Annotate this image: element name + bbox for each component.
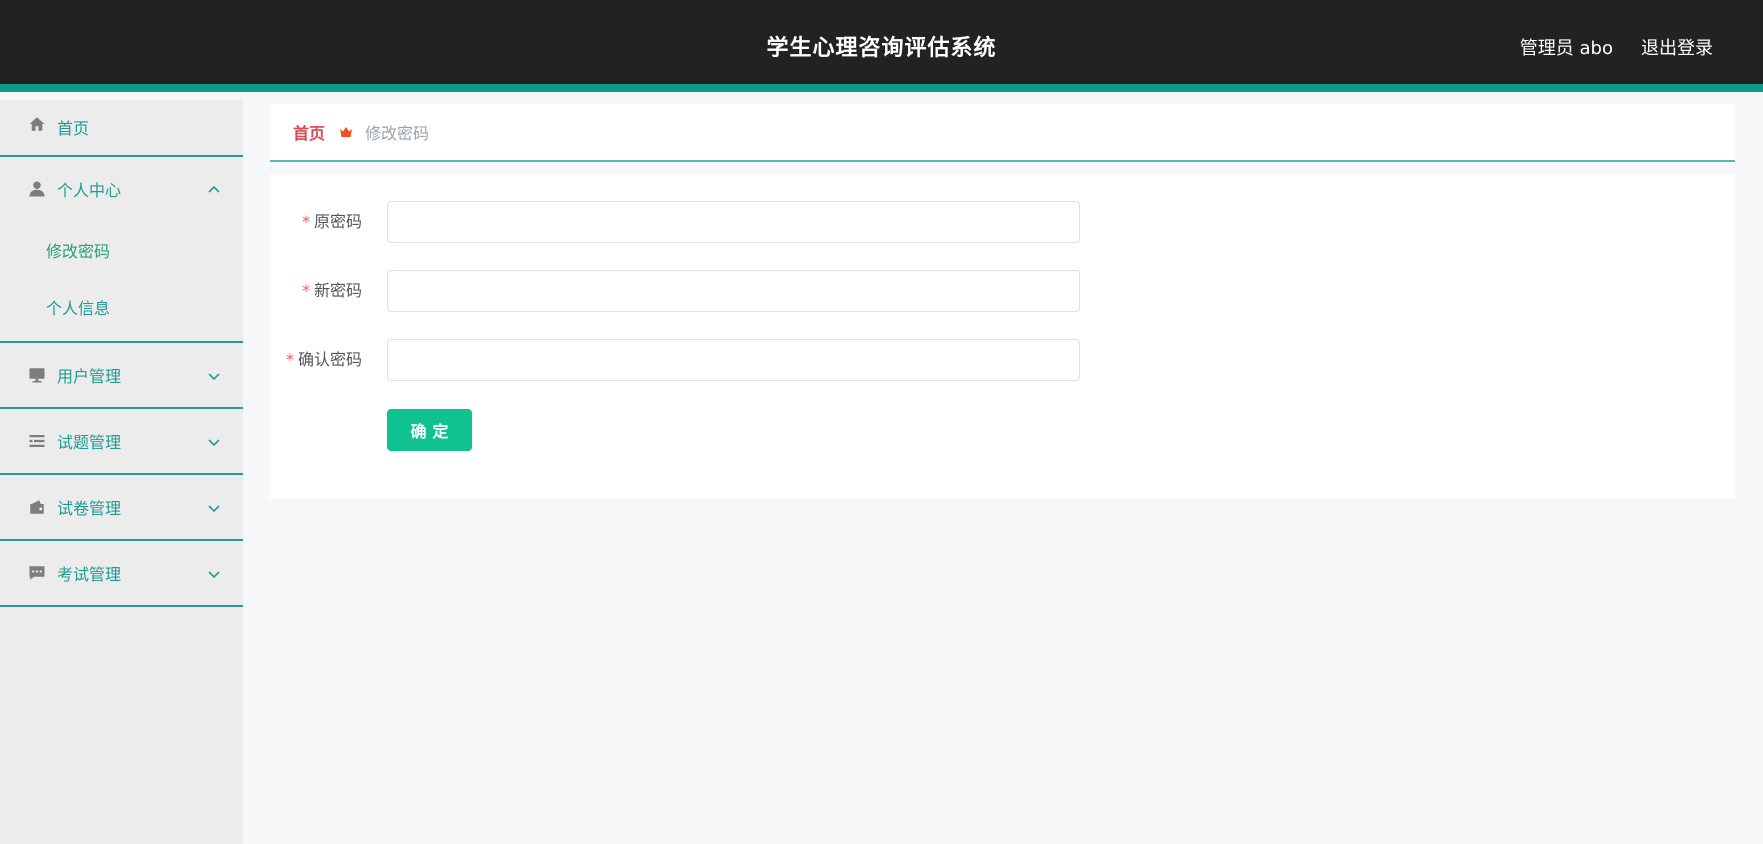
wallet-icon (28, 498, 46, 516)
chevron-up-icon (207, 182, 221, 196)
sidebar: 首页 个人中心 修改密码 个人信息 用户管理 试题管理 试卷管理 考试管理 (0, 100, 243, 844)
sidebar-item-user-management[interactable]: 用户管理 (0, 343, 243, 407)
main-content: 首页 修改密码 * 原密码 * 新密码 * 确认密码 确定 (270, 104, 1735, 499)
home-icon (28, 115, 46, 133)
required-mark: * (301, 212, 310, 231)
sidebar-item-question-management[interactable]: 试题管理 (0, 409, 243, 473)
chevron-down-icon (207, 500, 221, 514)
top-bar: 学生心理咨询评估系统 管理员 abo 退出登录 (0, 0, 1763, 92)
new-password-label: * 新密码 (301, 281, 362, 300)
sidebar-item-label: 考试管理 (57, 565, 122, 584)
monitor-icon (28, 366, 46, 384)
sidebar-item-home[interactable]: 首页 (0, 100, 243, 155)
sidebar-item-exam-management[interactable]: 考试管理 (0, 541, 243, 605)
app-title: 学生心理咨询评估系统 (766, 36, 997, 61)
form-row-new-password: * 新密码 (270, 270, 1735, 312)
sidebar-item-label: 试卷管理 (57, 499, 122, 518)
old-password-label: * 原密码 (301, 212, 362, 231)
sidebar-item-label: 试题管理 (57, 433, 122, 452)
menu-group-questions: 试题管理 (0, 409, 243, 475)
required-mark: * (301, 281, 310, 300)
chat-icon (28, 564, 46, 582)
current-user-label: 管理员 abo (1519, 38, 1613, 59)
breadcrumb: 首页 修改密码 (270, 104, 1735, 162)
list-icon (28, 432, 46, 450)
menu-group-papers: 试卷管理 (0, 475, 243, 541)
breadcrumb-home-link[interactable]: 首页 (293, 120, 325, 144)
sidebar-item-personal-center[interactable]: 个人中心 (0, 157, 243, 221)
required-mark: * (285, 350, 294, 369)
change-password-form: * 原密码 * 新密码 * 确认密码 确定 (270, 174, 1735, 499)
form-row-confirm-password: * 确认密码 (270, 339, 1735, 381)
confirm-password-label: * 确认密码 (285, 350, 362, 369)
user-icon (28, 180, 46, 198)
chevron-down-icon (207, 566, 221, 580)
menu-group-exams: 考试管理 (0, 541, 243, 607)
sidebar-item-label: 个人中心 (57, 181, 122, 200)
sidebar-item-label: 首页 (57, 119, 90, 138)
menu-group-personal: 个人中心 修改密码 个人信息 (0, 157, 243, 343)
sidebar-item-paper-management[interactable]: 试卷管理 (0, 475, 243, 539)
confirm-button[interactable]: 确定 (387, 409, 472, 451)
chevron-down-icon (207, 368, 221, 382)
breadcrumb-current: 修改密码 (365, 124, 430, 143)
confirm-password-input[interactable] (387, 339, 1080, 381)
menu-group-home: 首页 (0, 100, 243, 157)
menu-group-users: 用户管理 (0, 343, 243, 409)
chevron-down-icon (207, 434, 221, 448)
top-right-area: 管理员 abo 退出登录 (1520, 34, 1713, 60)
crown-icon (339, 125, 353, 139)
sidebar-item-label: 用户管理 (57, 367, 122, 386)
new-password-input[interactable] (387, 270, 1080, 312)
logout-button[interactable]: 退出登录 (1641, 34, 1713, 60)
sidebar-subitem-change-password[interactable]: 修改密码 (0, 221, 243, 278)
old-password-input[interactable] (387, 201, 1080, 243)
submenu-personal-center: 修改密码 个人信息 (0, 221, 243, 341)
sidebar-subitem-personal-info[interactable]: 个人信息 (0, 278, 243, 335)
form-row-old-password: * 原密码 (270, 201, 1735, 243)
